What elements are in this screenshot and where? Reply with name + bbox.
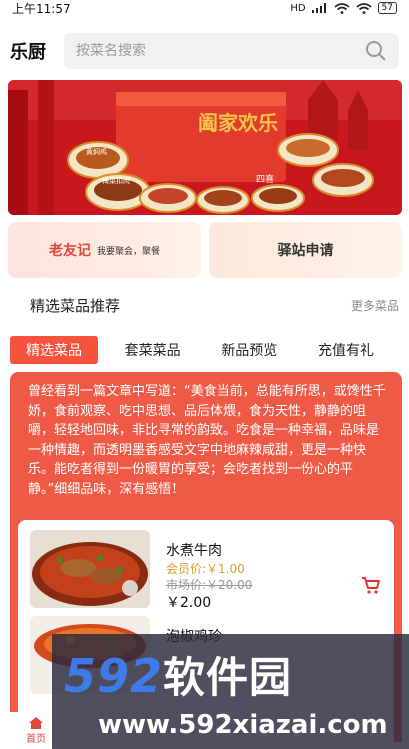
member-price: 会员价:￥1.00 bbox=[166, 562, 245, 576]
tab-recharge[interactable]: 充值有礼 bbox=[304, 337, 388, 363]
promo-banner[interactable]: 阖家欢乐 黄焖鸡 梅菜扣肉 四喜 bbox=[8, 80, 402, 215]
more-dishes-link[interactable]: 更多菜品 bbox=[351, 297, 399, 314]
market-price: 市场价:￥20.00 bbox=[166, 578, 253, 592]
tab-new-preview[interactable]: 新品预览 bbox=[207, 337, 291, 363]
status-icons: HD 57 bbox=[290, 2, 397, 14]
search-icon[interactable] bbox=[365, 40, 387, 62]
banner-headline: 阖家欢乐 bbox=[198, 111, 278, 135]
station-apply-title: 驿站申请 bbox=[277, 243, 334, 259]
add-to-cart-icon[interactable] bbox=[360, 574, 382, 596]
section-header: 精选菜品推荐 更多菜品 bbox=[0, 292, 409, 318]
status-time: 上午11:57 bbox=[12, 1, 71, 16]
battery-icon: 57 bbox=[377, 2, 397, 14]
promo-row: 老友记 我要聚会，聚餐 驿站申请 bbox=[8, 222, 402, 278]
watermark: 592软件园 www.592xiazai.com bbox=[52, 634, 409, 749]
friends-gathering-card[interactable]: 老友记 我要聚会，聚餐 bbox=[8, 222, 201, 278]
banner-bowl-label-2: 梅菜扣肉 bbox=[102, 176, 130, 185]
watermark-logo-number: 592 bbox=[64, 649, 164, 703]
header: 乐厨 bbox=[0, 30, 409, 72]
banner-image: 阖家欢乐 黄焖鸡 梅菜扣肉 四喜 bbox=[8, 80, 402, 215]
category-tabs: 精选菜品 套菜菜品 新品预览 充值有礼 bbox=[10, 336, 402, 364]
watermark-url: www.592xiazai.com bbox=[98, 710, 388, 740]
svg-text:阖家欢乐: 阖家欢乐 bbox=[198, 111, 278, 135]
status-bar: 上午11:57 HD 57 bbox=[0, 0, 409, 16]
search-input[interactable] bbox=[76, 43, 316, 59]
tab-featured[interactable]: 精选菜品 bbox=[10, 336, 98, 364]
bottom-nav: 首页 bbox=[0, 712, 52, 749]
signal-icon bbox=[311, 3, 326, 13]
wifi-icon bbox=[334, 2, 350, 14]
network-label: HD bbox=[290, 2, 306, 14]
section-title: 精选菜品推荐 bbox=[30, 296, 121, 315]
dish-price: ￥2.00 bbox=[166, 595, 212, 611]
nav-home[interactable]: 首页 bbox=[26, 716, 46, 745]
home-icon bbox=[29, 717, 43, 729]
station-apply-card[interactable]: 驿站申请 bbox=[209, 222, 402, 278]
watermark-logo: 592软件园 bbox=[64, 644, 292, 705]
friends-gathering-title: 老友记 bbox=[48, 243, 91, 259]
feature-quote: 曾经看到一篇文章中写道：“美食当前，总能有所思，或馋性千娇，食前观察、吃中思想、… bbox=[28, 384, 386, 497]
dish-image bbox=[30, 530, 150, 608]
tab-set-meal[interactable]: 套菜菜品 bbox=[111, 337, 195, 363]
nav-home-label: 首页 bbox=[26, 734, 46, 745]
app-title: 乐厨 bbox=[10, 42, 46, 63]
dish-name: 水煮牛肉 bbox=[166, 543, 222, 559]
banner-bowl-label-1: 黄焖鸡 bbox=[86, 147, 107, 156]
banner-sub: 四喜 bbox=[256, 173, 274, 185]
list-item[interactable]: 水煮牛肉 会员价:￥1.00 市场价:￥20.00 ￥2.00 bbox=[30, 530, 382, 612]
watermark-logo-text: 软件园 bbox=[163, 653, 293, 702]
friends-gathering-subtitle: 我要聚会，聚餐 bbox=[96, 246, 160, 257]
wifi-icon-2 bbox=[356, 2, 372, 14]
search-box[interactable] bbox=[64, 33, 399, 69]
